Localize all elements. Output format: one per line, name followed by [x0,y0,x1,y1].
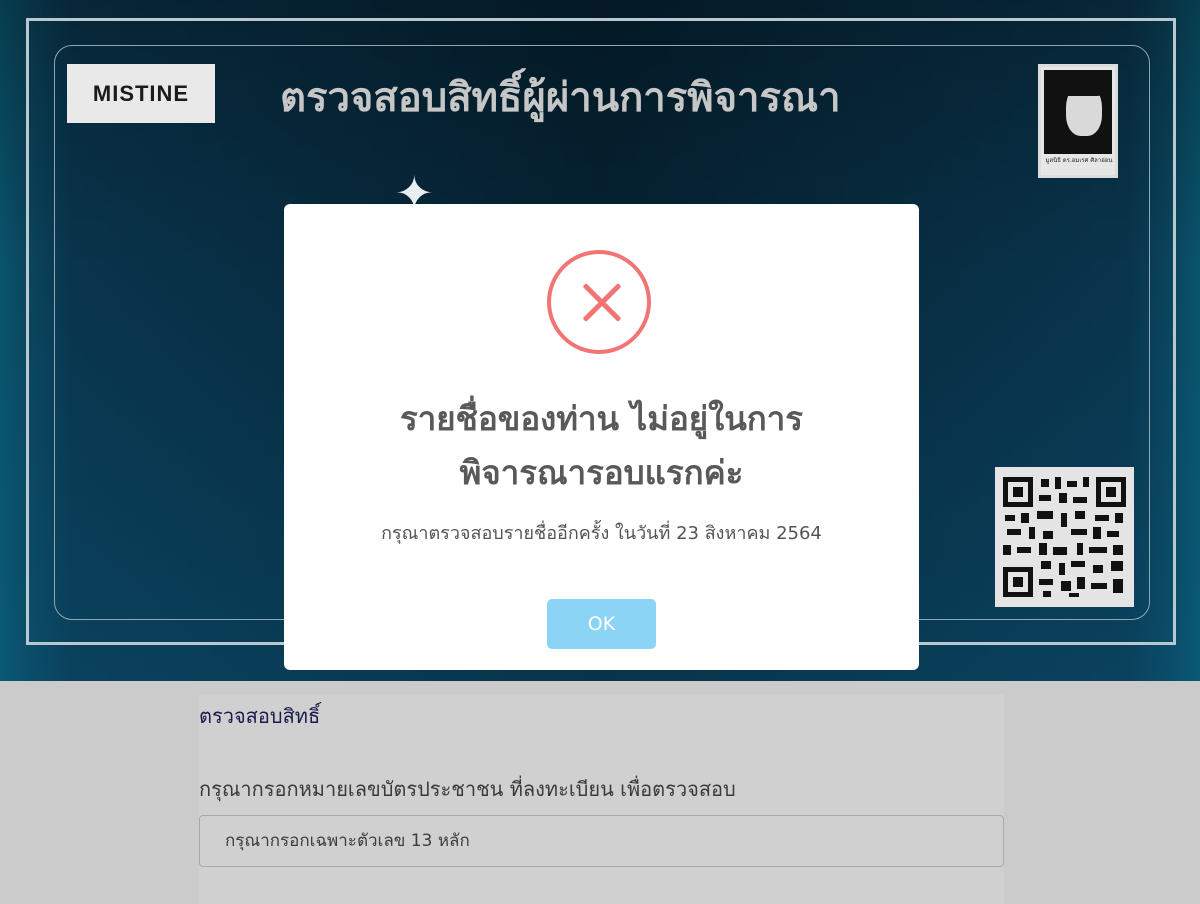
modal-title-line2: พิจารณารอบแรกค่ะ [459,453,744,492]
modal-message: กรุณาตรวจสอบรายชื่ออีกครั้ง ในวันที่ 23 … [381,523,822,544]
error-x-icon [547,250,651,354]
ok-button[interactable]: OK [547,599,656,649]
error-modal: รายชื่อของท่าน ไม่อยู่ในการ พิจารณารอบแร… [284,204,919,670]
modal-title-line1: รายชื่อของท่าน ไม่อยู่ในการ [399,399,804,438]
modal-title: รายชื่อของท่าน ไม่อยู่ในการ พิจารณารอบแร… [324,392,879,500]
